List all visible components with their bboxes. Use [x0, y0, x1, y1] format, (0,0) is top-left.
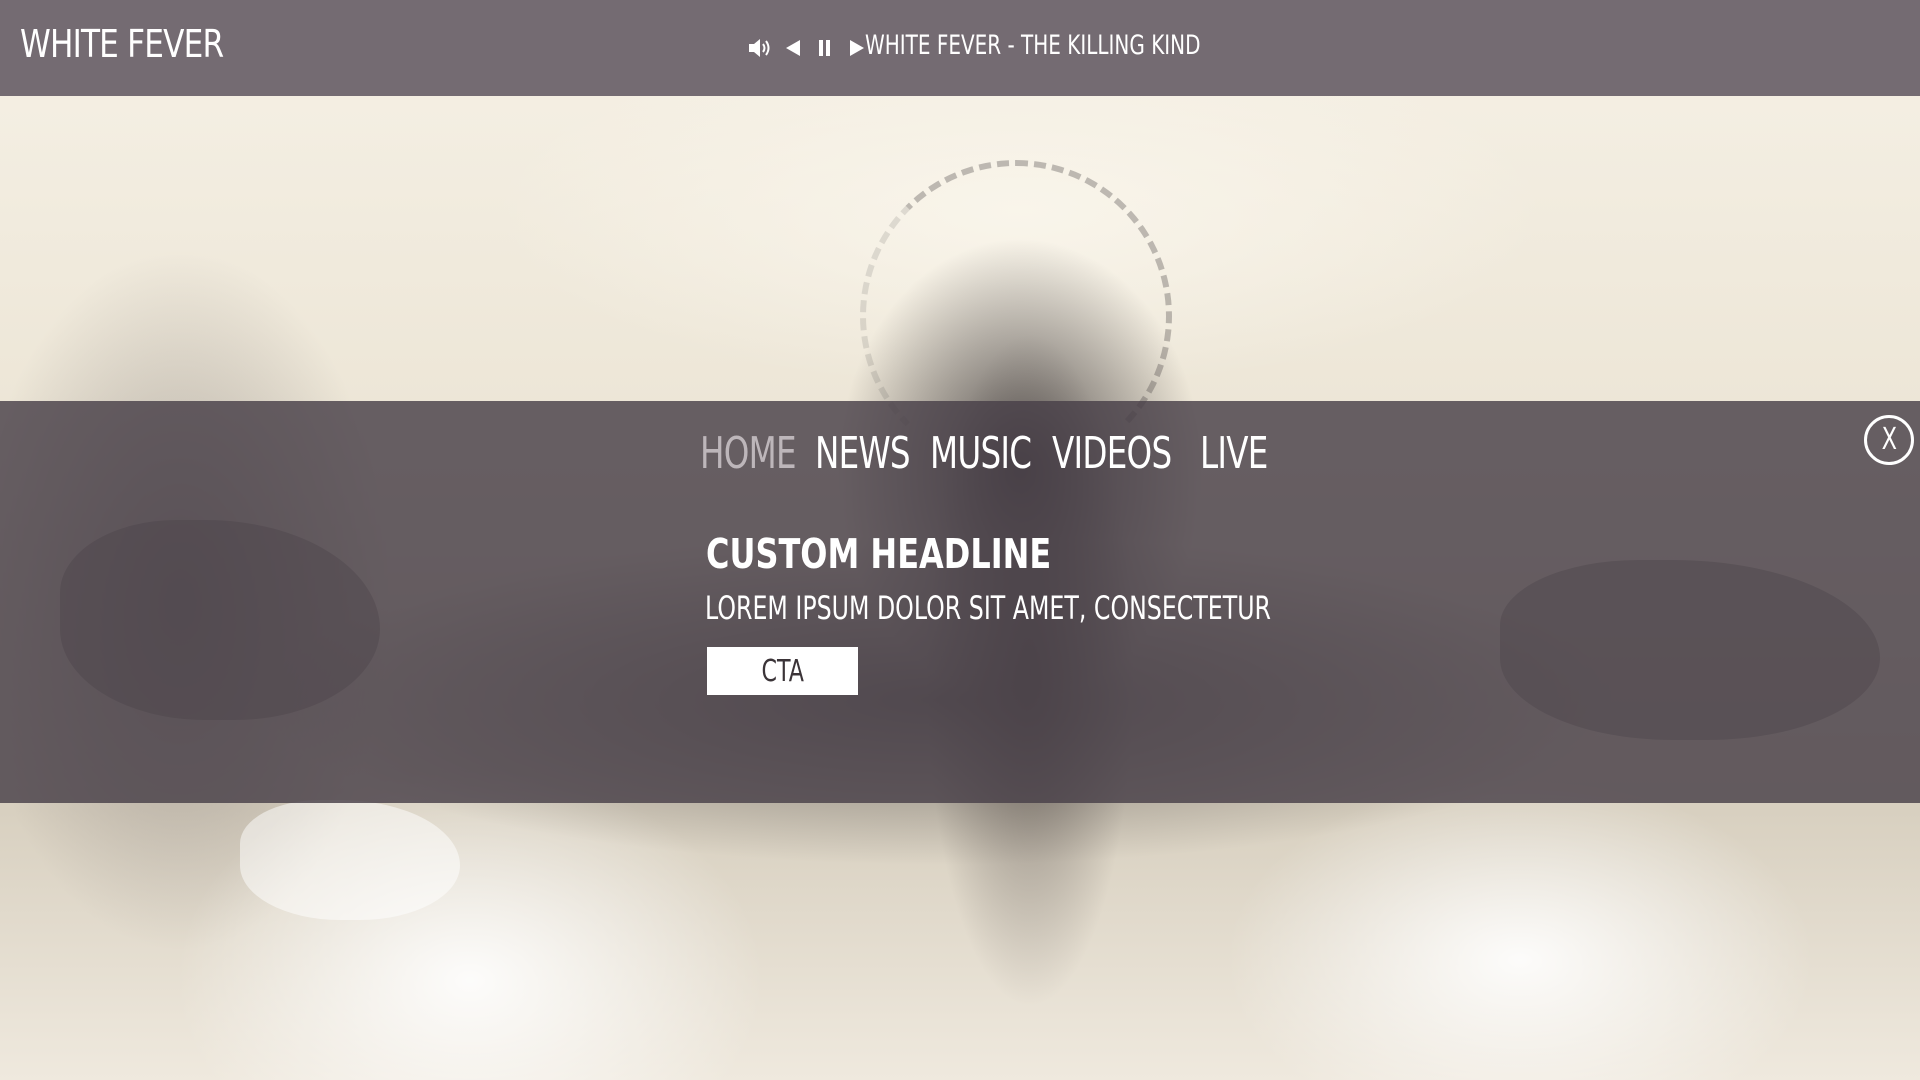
nav-item-videos[interactable]: VIDEOS: [1052, 428, 1172, 479]
main-navigation: HOME NEWS MUSIC VIDEOS LIVE: [700, 428, 1268, 479]
pause-icon[interactable]: [812, 35, 838, 61]
close-icon: X: [1881, 422, 1897, 457]
promo-subline: LOREM IPSUM DOLOR SIT AMET, CONSECTETUR: [705, 589, 1271, 627]
cta-button[interactable]: CTA: [707, 647, 858, 695]
previous-triangle-icon[interactable]: [780, 35, 806, 61]
nav-item-home[interactable]: HOME: [700, 428, 797, 479]
nav-item-news[interactable]: NEWS: [815, 428, 911, 479]
now-playing-title: WHITE FEVER - THE KILLING KIND: [865, 30, 1201, 61]
promo-headline: CUSTOM HEADLINE: [706, 530, 1052, 578]
audio-player-controls: [748, 34, 870, 62]
brand-logo[interactable]: WHITE FEVER: [20, 22, 224, 66]
speaker-volume-icon[interactable]: [748, 35, 774, 61]
page: WHITE FEVER WHITE FEVER - THE KILLING KI…: [0, 0, 1920, 1080]
nav-item-live[interactable]: LIVE: [1200, 428, 1268, 479]
nav-item-music[interactable]: MUSIC: [930, 428, 1032, 479]
top-bar: WHITE FEVER WHITE FEVER - THE KILLING KI…: [0, 0, 1920, 96]
close-menu-button[interactable]: X: [1864, 415, 1914, 465]
cta-label: CTA: [761, 654, 804, 689]
